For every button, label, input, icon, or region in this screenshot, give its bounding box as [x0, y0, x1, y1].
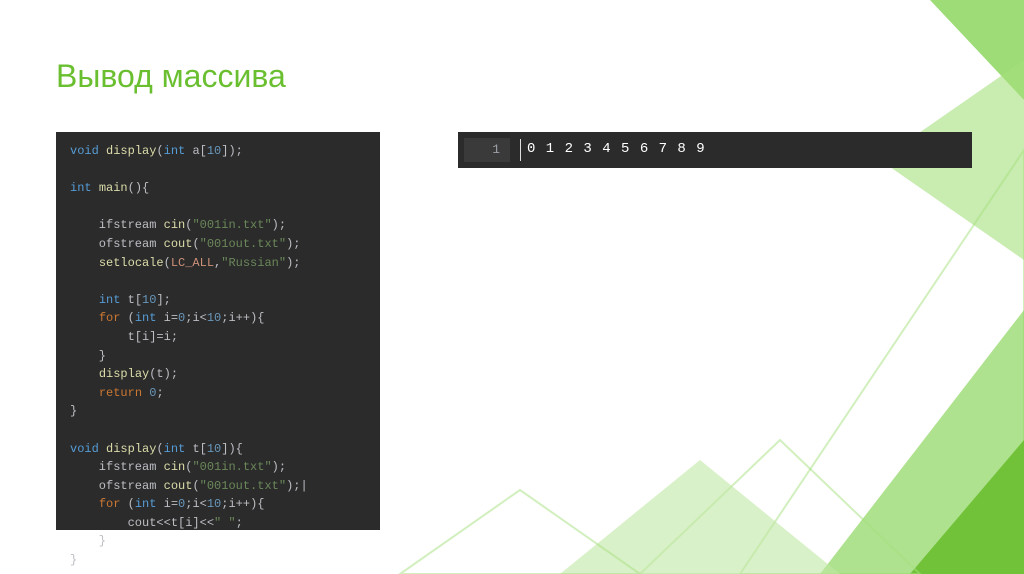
output-text: 0 1 2 3 4 5 6 7 8 9: [520, 139, 706, 161]
output-lineno: 1: [464, 138, 510, 162]
source-code: void display(int a[10]); int main(){ ifs…: [70, 142, 366, 570]
code-editor: void display(int a[10]); int main(){ ifs…: [56, 132, 380, 530]
slide-title: Вывод массива: [56, 58, 286, 95]
output-panel: 1 0 1 2 3 4 5 6 7 8 9: [458, 132, 972, 168]
